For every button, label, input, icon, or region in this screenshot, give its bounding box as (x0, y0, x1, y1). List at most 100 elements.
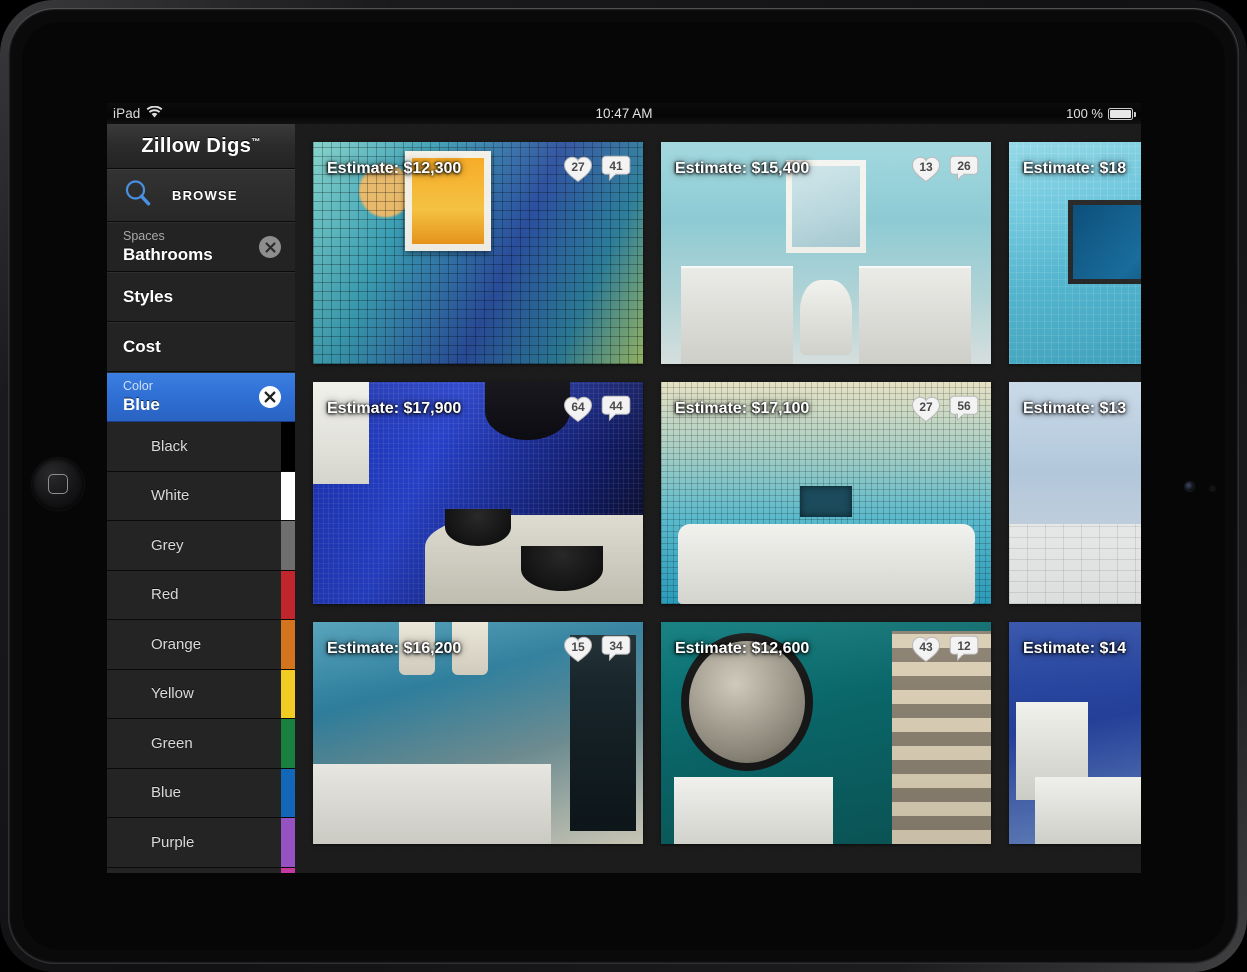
ipad-screen: iPad 10:47 AM 100 % Zillow Digs™ BROWSE … (107, 103, 1141, 873)
like-badge[interactable]: 43 (911, 635, 941, 663)
comment-badge[interactable]: 41 (601, 155, 631, 181)
sidebar-filter-spaces[interactable]: Spaces Bathrooms (107, 222, 295, 272)
close-x-icon (264, 391, 276, 403)
photo-detail-sink (1035, 777, 1141, 844)
sidebar: Zillow Digs™ BROWSE Spaces Bathrooms Sty… (107, 124, 295, 873)
estimate-label: Estimate: $12,300 (327, 160, 462, 177)
color-option-orange[interactable]: Orange (107, 620, 295, 670)
status-bar-right: 100 % (1066, 106, 1137, 121)
photo-detail-niche (799, 486, 853, 518)
comment-count: 12 (957, 639, 971, 653)
filter-cost-label: Cost (123, 337, 161, 356)
photo-detail-vanity (680, 266, 793, 364)
like-count: 27 (571, 160, 585, 174)
home-button[interactable] (32, 458, 84, 510)
comment-badge[interactable]: 34 (601, 635, 631, 661)
clear-color-filter-button[interactable] (259, 386, 281, 408)
clear-spaces-filter-button[interactable] (259, 236, 281, 258)
color-option-purple[interactable]: Purple (107, 818, 295, 868)
photo-card[interactable]: Estimate: $17,100 27 56 (661, 382, 991, 604)
color-option-label: Purple (151, 833, 195, 851)
color-option-yellow[interactable]: Yellow (107, 669, 295, 719)
color-option-white[interactable]: White (107, 471, 295, 521)
photo-card[interactable]: Estimate: $12,300 27 41 (313, 142, 643, 364)
sidebar-filter-color[interactable]: Color Blue (107, 372, 295, 422)
app-title: Zillow Digs™ (141, 135, 260, 158)
photo-card[interactable]: Estimate: $12,600 43 12 (661, 622, 991, 844)
photo-grid-area[interactable]: Estimate: $12,300 27 41 Estimate: $15,400 13… (295, 124, 1141, 873)
photo-detail-tv (1068, 199, 1141, 285)
photo-detail-wall (313, 382, 370, 485)
color-swatch (281, 768, 295, 817)
estimate-label: Estimate: $14 (1023, 640, 1127, 657)
color-option-green[interactable]: Green (107, 719, 295, 769)
color-swatch (281, 471, 295, 520)
card-badges: 27 56 (911, 395, 979, 423)
color-option-label: Red (151, 586, 179, 604)
like-count: 43 (919, 640, 933, 654)
photo-card[interactable]: Estimate: $17,900 64 44 (313, 382, 643, 604)
color-swatch (281, 570, 295, 619)
battery-fill (1110, 109, 1131, 118)
color-option-blue[interactable]: Blue (107, 768, 295, 818)
ios-status-bar: iPad 10:47 AM 100 % (107, 103, 1141, 124)
photo-card[interactable]: Estimate: $14 (1009, 622, 1141, 844)
photo-card[interactable]: Estimate: $13 (1009, 382, 1141, 604)
sidebar-filter-cost[interactable]: Cost (107, 322, 295, 372)
estimate-label: Estimate: $17,100 (675, 400, 810, 417)
photo-detail-vanity (859, 266, 972, 364)
card-badges: 15 34 (563, 635, 631, 663)
photo-card[interactable]: Estimate: $18 (1009, 142, 1141, 364)
color-swatch (281, 620, 295, 669)
photo-detail-basin (520, 546, 604, 591)
card-badges: 43 12 (911, 635, 979, 663)
like-count: 15 (571, 640, 585, 654)
comment-count: 41 (609, 159, 623, 173)
color-option-label: Orange (151, 635, 202, 653)
estimate-label: Estimate: $12,600 (675, 640, 810, 657)
battery-percent-label: 100 % (1066, 106, 1103, 121)
photo-detail-sink (799, 279, 853, 356)
like-badge[interactable]: 27 (563, 155, 593, 183)
photo-detail-tile (1009, 524, 1141, 604)
photo-detail-tub (677, 524, 975, 604)
color-option-red[interactable]: Red (107, 570, 295, 620)
like-badge[interactable]: 27 (911, 395, 941, 423)
search-icon (123, 178, 153, 213)
color-option-grey[interactable]: Grey (107, 521, 295, 571)
color-option-black[interactable]: Black (107, 422, 295, 472)
comment-badge[interactable]: 12 (949, 635, 979, 661)
comment-badge[interactable]: 56 (949, 395, 979, 421)
estimate-label: Estimate: $16,200 (327, 640, 462, 657)
sidebar-filter-styles[interactable]: Styles (107, 272, 295, 322)
photo-card[interactable]: Estimate: $15,400 13 26 (661, 142, 991, 364)
trademark-symbol: ™ (251, 135, 261, 146)
browse-label: BROWSE (172, 187, 238, 203)
like-badge[interactable]: 13 (911, 155, 941, 183)
comment-count: 56 (957, 399, 971, 413)
like-badge[interactable]: 15 (563, 635, 593, 663)
app-logo: Zillow Digs™ (107, 124, 295, 169)
comment-count: 26 (957, 159, 971, 173)
photo-detail-basin (445, 508, 511, 547)
app-title-text: Zillow Digs (141, 134, 252, 157)
comment-badge[interactable]: 44 (601, 395, 631, 421)
photo-card[interactable]: Estimate: $16,200 15 34 (313, 622, 643, 844)
color-swatch (281, 669, 295, 718)
front-camera-icon (1185, 482, 1194, 491)
home-button-glyph (48, 474, 68, 494)
color-option-pink[interactable] (107, 867, 295, 873)
card-badges: 64 44 (563, 395, 631, 423)
color-option-label: Green (151, 734, 193, 752)
battery-icon (1108, 107, 1137, 120)
like-count: 27 (919, 400, 933, 414)
comment-count: 44 (609, 399, 623, 413)
color-swatch (281, 818, 295, 867)
like-badge[interactable]: 64 (563, 395, 593, 423)
photo-grid: Estimate: $12,300 27 41 Estimate: $15,400 13… (313, 142, 1141, 844)
status-bar-clock: 10:47 AM (595, 106, 653, 121)
comment-count: 34 (609, 639, 623, 653)
browse-button[interactable]: BROWSE (107, 169, 295, 222)
comment-badge[interactable]: 26 (949, 155, 979, 181)
color-option-label: Blue (151, 784, 182, 802)
